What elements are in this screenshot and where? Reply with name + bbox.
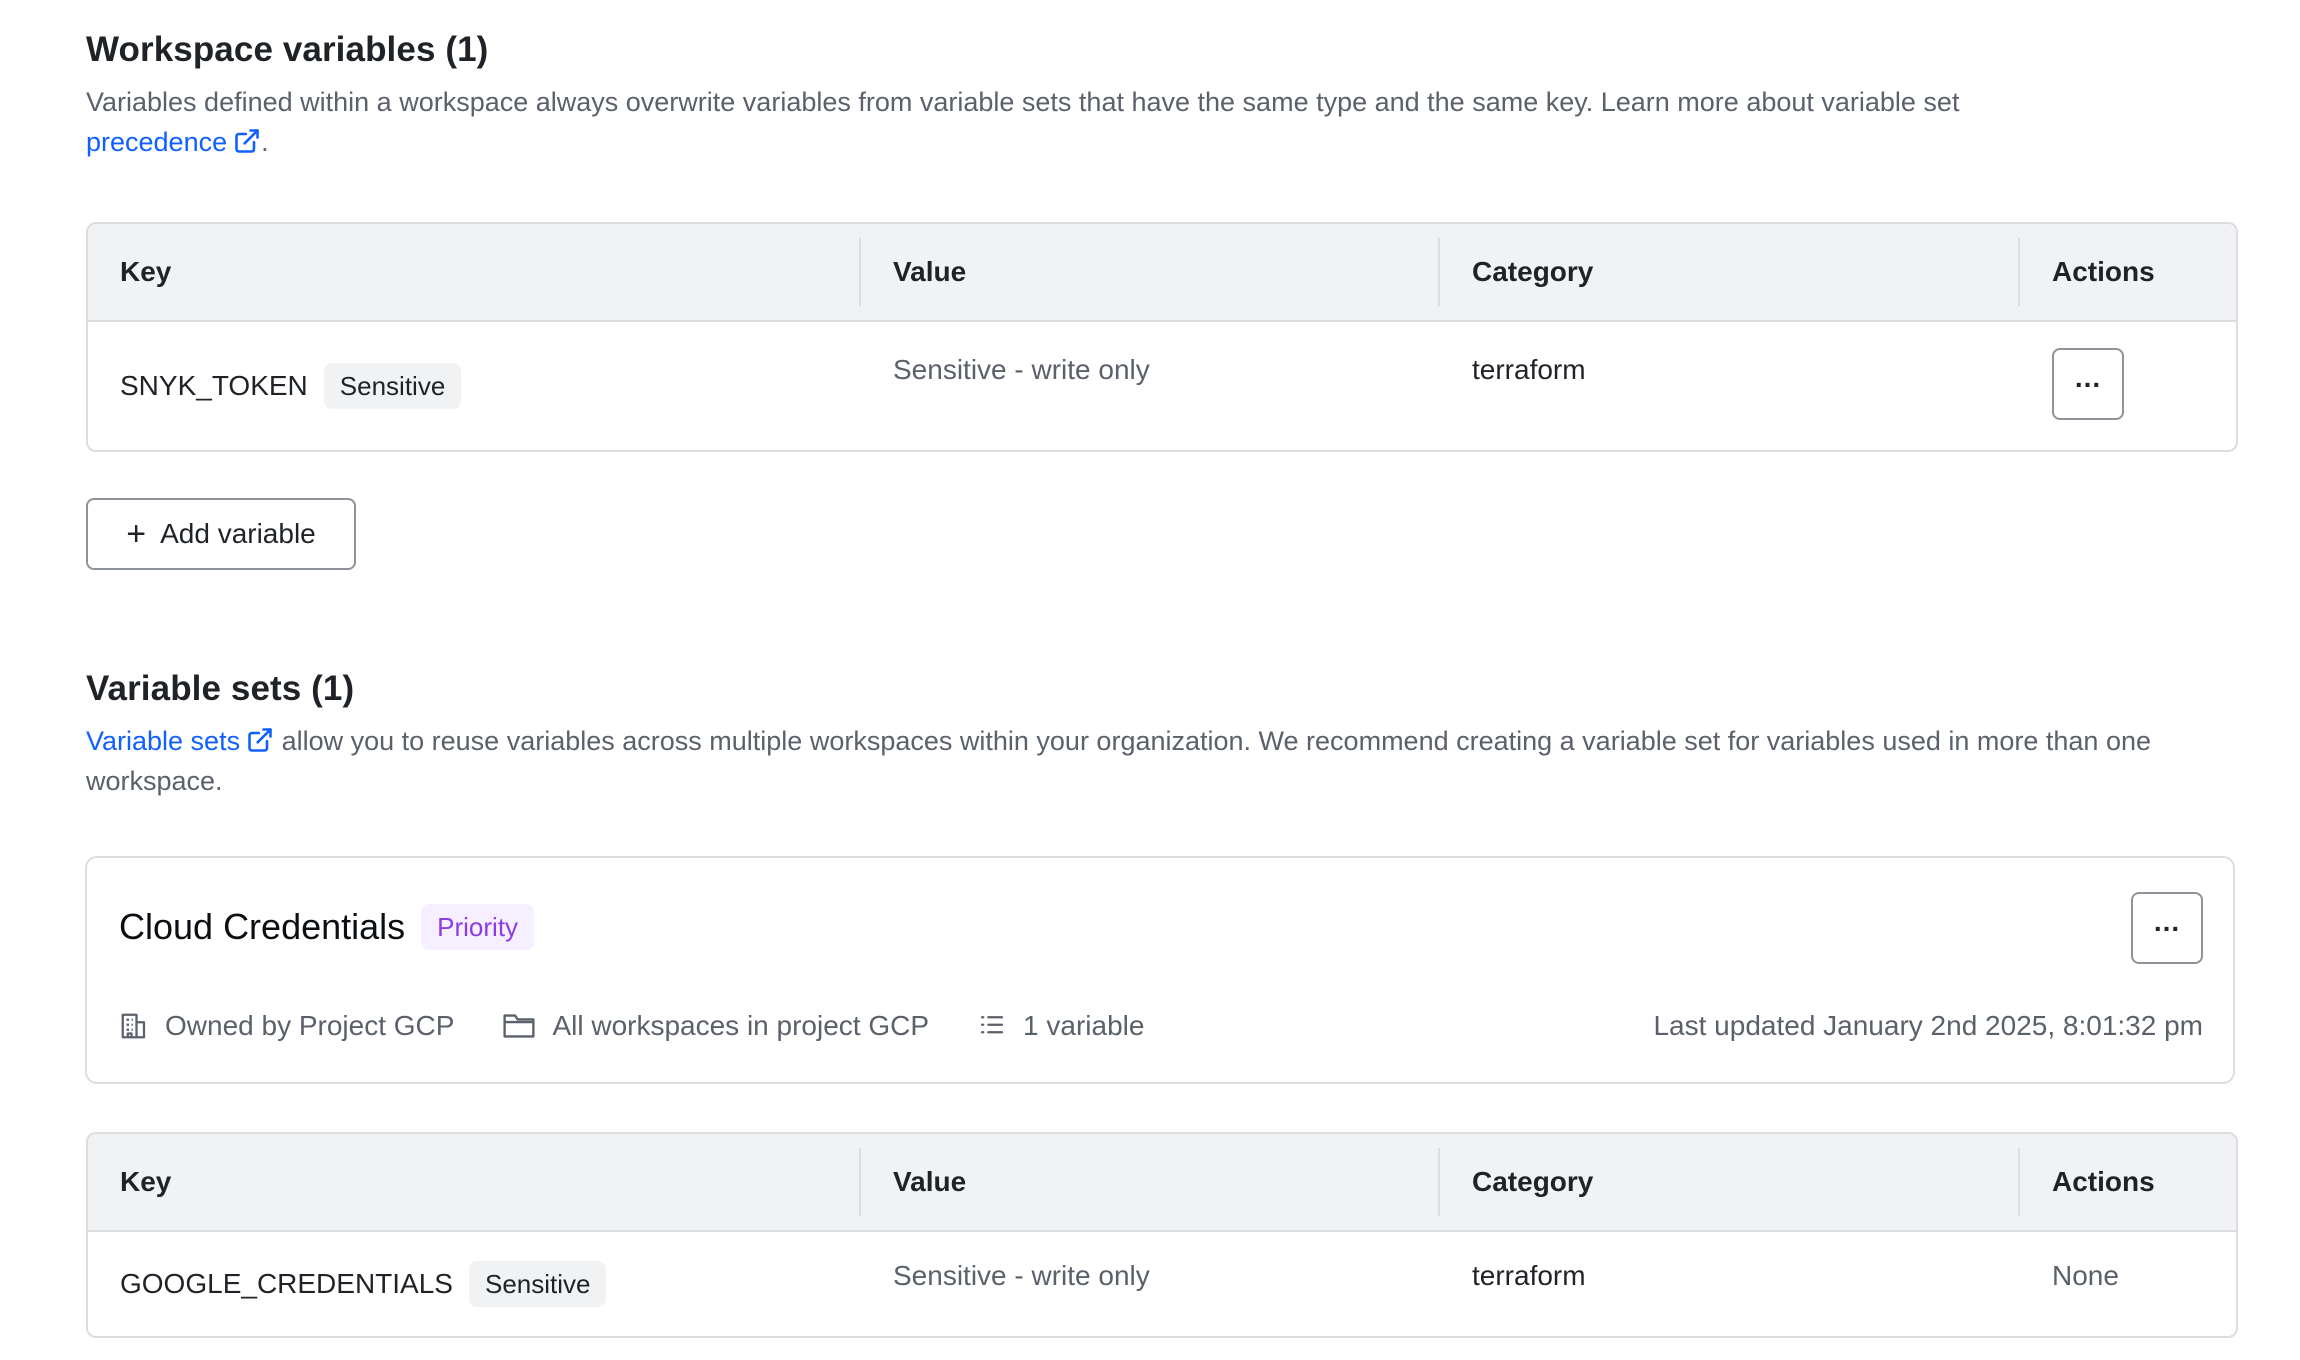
- table-row: SNYK_TOKEN Sensitive Sensitive - write o…: [88, 322, 2236, 450]
- variable-actions-button[interactable]: ...: [2052, 348, 2124, 420]
- variable-actions-none: None: [2052, 1260, 2119, 1291]
- column-header-key: Key: [88, 1134, 861, 1230]
- variable-category: terraform: [1472, 1260, 1586, 1291]
- plus-icon: +: [126, 515, 147, 553]
- external-link-icon: [248, 728, 272, 752]
- variable-key-cell: SNYK_TOKEN Sensitive: [88, 322, 861, 450]
- owner-info: Owned by Project GCP: [119, 1010, 454, 1042]
- workspace-variables-title: Workspace variables (1): [86, 30, 489, 69]
- variable-set-header: Cloud Credentials Priority: [119, 904, 535, 950]
- variable-set-actions-button[interactable]: ...: [2131, 892, 2203, 964]
- sensitive-badge: Sensitive: [323, 363, 462, 409]
- folder-icon: [503, 1014, 536, 1038]
- variable-sets-description: Variable sets allow you to reuse variabl…: [86, 726, 2151, 796]
- table-header: Key Value Category Actions: [88, 224, 2236, 322]
- workspace-variables-table: Key Value Category Actions SNYK_TOKEN Se…: [86, 222, 2238, 452]
- variable-key-cell: GOOGLE_CREDENTIALS Sensitive: [88, 1232, 861, 1336]
- variable-key: SNYK_TOKEN: [120, 370, 308, 401]
- scope-info: All workspaces in project GCP: [502, 1010, 929, 1042]
- column-header-actions: Actions: [2052, 256, 2155, 287]
- building-icon: [121, 1013, 146, 1039]
- variable-sets-section: Variable sets (1) Variable sets allow yo…: [86, 669, 2234, 801]
- variable-sets-title: Variable sets (1): [86, 669, 355, 708]
- variable-sets-link[interactable]: Variable sets: [86, 726, 274, 756]
- variable-value: Sensitive - write only: [893, 1260, 1150, 1291]
- sensitive-badge: Sensitive: [468, 1261, 607, 1307]
- precedence-link[interactable]: precedence: [86, 127, 261, 157]
- variable-value: Sensitive - write only: [893, 354, 1150, 385]
- priority-badge: Priority: [421, 904, 535, 950]
- workspace-variables-section: Workspace variables (1) Variables define…: [86, 30, 2234, 162]
- column-header-category: Category: [1440, 224, 2020, 320]
- variable-category: terraform: [1472, 354, 1586, 385]
- variable-set-variables-table: Key Value Category Actions GOOGLE_CREDEN…: [86, 1132, 2238, 1338]
- column-header-category: Category: [1440, 1134, 2020, 1230]
- last-updated: Last updated January 2nd 2025, 8:01:32 p…: [1653, 1010, 2203, 1041]
- workspace-variables-description: Variables defined within a workspace alw…: [86, 87, 1960, 157]
- table-header: Key Value Category Actions: [88, 1134, 2236, 1232]
- external-link-icon: [235, 129, 259, 153]
- column-header-key: Key: [88, 224, 861, 320]
- variable-set-name[interactable]: Cloud Credentials: [119, 906, 405, 948]
- column-header-actions: Actions: [2052, 1166, 2155, 1197]
- table-row: GOOGLE_CREDENTIALS Sensitive Sensitive -…: [88, 1232, 2236, 1336]
- list-icon: [980, 1016, 1004, 1034]
- variable-set-meta: Owned by Project GCP All workspaces in p…: [119, 1010, 2203, 1042]
- variables-page: Workspace variables (1) Variables define…: [0, 0, 2300, 1360]
- variable-actions-cell: ...: [2020, 322, 2236, 450]
- variable-count-info: 1 variable: [977, 1010, 1144, 1042]
- variable-set-card: Cloud Credentials Priority ... Owned by …: [85, 856, 2235, 1084]
- column-header-value: Value: [861, 224, 1440, 320]
- more-icon: ...: [2074, 362, 2102, 393]
- more-icon: ...: [2153, 906, 2181, 937]
- add-variable-button[interactable]: + Add variable: [86, 498, 356, 570]
- column-header-value: Value: [861, 1134, 1440, 1230]
- variable-key: GOOGLE_CREDENTIALS: [120, 1268, 453, 1299]
